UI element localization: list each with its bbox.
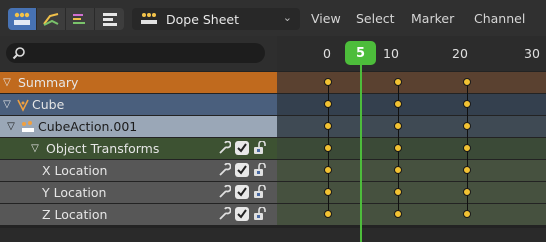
keyframe-marker[interactable] bbox=[324, 166, 332, 174]
channel-label: Y Location bbox=[42, 185, 107, 200]
channel-label: X Location bbox=[42, 163, 108, 178]
menu-select[interactable]: Select bbox=[356, 10, 395, 28]
timeline-row bbox=[277, 116, 546, 137]
nla-mode-icon bbox=[102, 13, 117, 26]
keyframe-marker[interactable] bbox=[394, 100, 402, 108]
keyframe-marker[interactable] bbox=[463, 100, 471, 108]
channel-fcurve[interactable]: Z Location bbox=[0, 204, 277, 225]
keyframe-marker[interactable] bbox=[463, 188, 471, 196]
frame-ruler[interactable]: 0 10 20 30 bbox=[277, 36, 546, 71]
channel-controls bbox=[216, 206, 267, 222]
timeline-row bbox=[277, 72, 546, 93]
channel-label: Summary bbox=[18, 75, 79, 90]
channel-label: Object Transforms bbox=[46, 141, 160, 156]
menu-view[interactable]: View bbox=[311, 10, 341, 28]
lock-icon[interactable] bbox=[253, 162, 267, 177]
keyframe-marker[interactable] bbox=[463, 144, 471, 152]
channel-controls bbox=[216, 184, 267, 200]
channel-summary[interactable]: ▽ Summary bbox=[0, 72, 277, 93]
modifier-wrench-icon[interactable] bbox=[216, 206, 231, 222]
action-icon bbox=[22, 120, 34, 132]
drivers-mode-button[interactable] bbox=[66, 8, 95, 30]
nla-mode-button[interactable] bbox=[95, 8, 124, 30]
mute-checkbox[interactable] bbox=[235, 163, 249, 177]
channel-object[interactable]: ▽ Cube bbox=[0, 94, 277, 115]
graph-mode-button[interactable] bbox=[37, 8, 66, 30]
region-bottom-fill bbox=[0, 228, 546, 242]
keyframe-marker[interactable] bbox=[463, 166, 471, 174]
channel-label: CubeAction.001 bbox=[38, 119, 138, 134]
disclosure-triangle-icon[interactable]: ▽ bbox=[2, 77, 12, 88]
timeline-row bbox=[277, 160, 546, 181]
menu-channel[interactable]: Channel bbox=[474, 10, 525, 28]
channel-search-row bbox=[0, 36, 277, 71]
keyframe-marker[interactable] bbox=[324, 188, 332, 196]
channel-label: Cube bbox=[32, 97, 65, 112]
ruler-tick-10: 10 bbox=[383, 46, 399, 61]
mute-checkbox[interactable] bbox=[235, 141, 249, 155]
channel-list: ▽ Summary ▽ Cube ▽ CubeAction.001 ▽ Obje… bbox=[0, 72, 277, 226]
menu-marker[interactable]: Marker bbox=[411, 10, 454, 28]
channel-group[interactable]: ▽ Object Transforms bbox=[0, 138, 277, 159]
keyframe-marker[interactable] bbox=[394, 166, 402, 174]
object-icon bbox=[17, 99, 29, 112]
keyframe-marker[interactable] bbox=[394, 122, 402, 130]
modifier-wrench-icon[interactable] bbox=[216, 140, 231, 156]
channel-label: Z Location bbox=[42, 207, 108, 222]
lock-icon[interactable] bbox=[253, 140, 267, 155]
mute-checkbox[interactable] bbox=[235, 207, 249, 221]
channel-search-field[interactable] bbox=[6, 43, 265, 63]
mode-toggle-group bbox=[8, 8, 124, 30]
current-frame-indicator[interactable]: 5 bbox=[345, 41, 376, 65]
dopesheet-mode-icon bbox=[14, 12, 30, 25]
channel-action[interactable]: ▽ CubeAction.001 bbox=[0, 116, 277, 137]
editor-type-label: Dope Sheet bbox=[166, 11, 240, 27]
lock-icon[interactable] bbox=[253, 206, 267, 221]
disclosure-triangle-icon[interactable]: ▽ bbox=[30, 143, 40, 154]
channel-search-input[interactable] bbox=[30, 43, 256, 63]
channel-fcurve[interactable]: X Location bbox=[0, 160, 277, 181]
dopesheet-editor-icon bbox=[141, 13, 157, 24]
keyframe-marker[interactable] bbox=[394, 188, 402, 196]
keyframe-marker[interactable] bbox=[463, 122, 471, 130]
timeline-row bbox=[277, 94, 546, 115]
timeline-row bbox=[277, 138, 546, 159]
modifier-wrench-icon[interactable] bbox=[216, 162, 231, 178]
ruler-tick-20: 20 bbox=[452, 46, 468, 61]
keyframe-marker[interactable] bbox=[324, 78, 332, 86]
timeline-row bbox=[277, 204, 546, 225]
editor-type-dropdown[interactable]: Dope Sheet ⌄ bbox=[132, 8, 300, 30]
channel-fcurve[interactable]: Y Location bbox=[0, 182, 277, 203]
ruler-tick-30: 30 bbox=[524, 46, 540, 61]
keyframe-marker[interactable] bbox=[394, 78, 402, 86]
keyframe-marker[interactable] bbox=[324, 144, 332, 152]
keyframe-marker[interactable] bbox=[463, 210, 471, 218]
keyframe-marker[interactable] bbox=[324, 210, 332, 218]
playhead-line[interactable] bbox=[360, 65, 362, 242]
keyframe-marker[interactable] bbox=[324, 100, 332, 108]
keyframe-area[interactable] bbox=[277, 72, 546, 226]
disclosure-triangle-icon[interactable]: ▽ bbox=[6, 121, 16, 132]
drivers-mode-icon bbox=[73, 14, 85, 24]
search-icon bbox=[12, 47, 25, 60]
disclosure-triangle-icon[interactable]: ▽ bbox=[2, 99, 12, 110]
dopesheet-header: Dope Sheet ⌄ View Select Marker Channel bbox=[0, 0, 546, 36]
channel-controls bbox=[216, 162, 267, 178]
chevron-down-icon: ⌄ bbox=[282, 11, 292, 24]
keyframe-marker[interactable] bbox=[324, 122, 332, 130]
graph-mode-icon bbox=[43, 13, 59, 26]
mute-checkbox[interactable] bbox=[235, 185, 249, 199]
channel-controls bbox=[216, 140, 267, 156]
ruler-tick-0: 0 bbox=[323, 46, 331, 61]
keyframe-marker[interactable] bbox=[463, 78, 471, 86]
dopesheet-mode-button[interactable] bbox=[8, 8, 37, 30]
keyframe-marker[interactable] bbox=[394, 144, 402, 152]
keyframe-marker[interactable] bbox=[394, 210, 402, 218]
modifier-wrench-icon[interactable] bbox=[216, 184, 231, 200]
timeline-row bbox=[277, 182, 546, 203]
lock-icon[interactable] bbox=[253, 184, 267, 199]
